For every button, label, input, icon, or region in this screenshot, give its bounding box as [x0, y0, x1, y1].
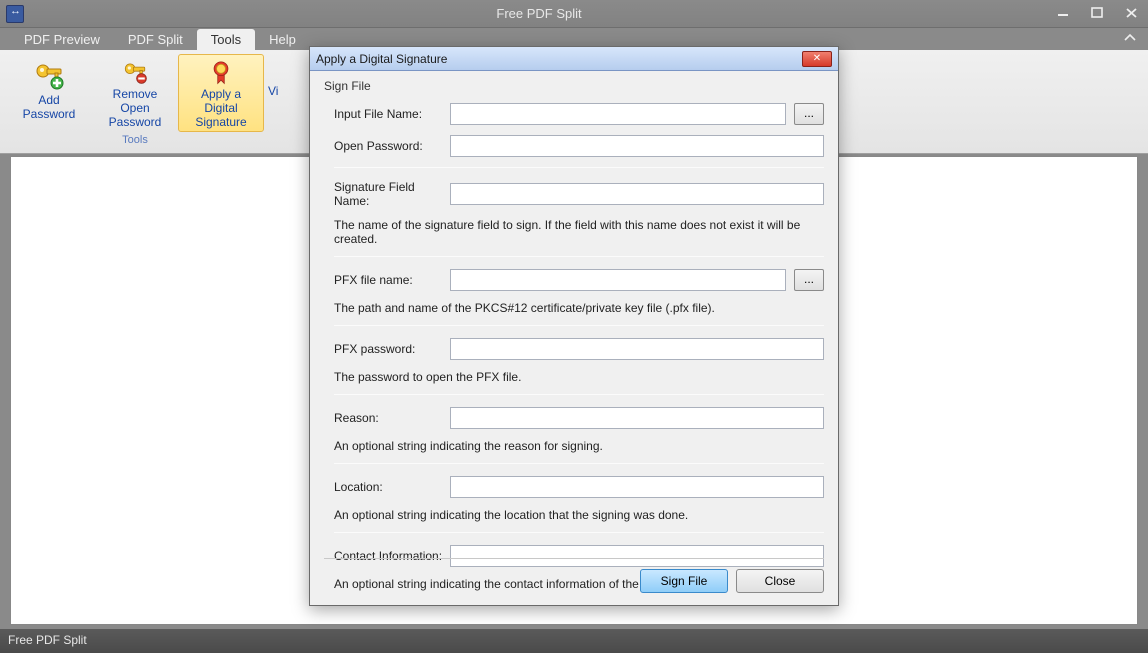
tab-tools[interactable]: Tools — [197, 29, 255, 50]
ribbon-label: Signature — [195, 115, 246, 129]
status-text: Free PDF Split — [8, 633, 87, 647]
ribbon-label: Password — [109, 115, 162, 129]
ribbon-label: Add — [38, 93, 59, 107]
pfx-file-field[interactable] — [450, 269, 786, 291]
close-button[interactable]: Close — [736, 569, 824, 593]
pfx-file-label: PFX file name: — [334, 273, 450, 287]
digital-signature-dialog: Apply a Digital Signature ✕ Sign File In… — [309, 46, 839, 606]
pfx-file-browse-button[interactable]: ... — [794, 269, 824, 291]
reason-label: Reason: — [334, 411, 450, 425]
remove-open-password-button[interactable]: Remove Open Password — [92, 54, 178, 132]
location-field[interactable] — [450, 476, 824, 498]
ribbon-label: Password — [23, 107, 76, 121]
title-bar: Free PDF Split — [0, 0, 1148, 28]
ribbon-group-tools: Add Password Remove Open — [6, 54, 264, 150]
maximize-button[interactable] — [1088, 7, 1108, 21]
dialog-title-bar[interactable]: Apply a Digital Signature ✕ — [310, 47, 838, 71]
location-label: Location: — [334, 480, 450, 494]
minimize-button[interactable] — [1054, 7, 1074, 21]
close-button[interactable] — [1122, 7, 1142, 21]
key-add-icon — [33, 59, 65, 91]
open-password-field[interactable] — [450, 135, 824, 157]
rosette-icon — [205, 59, 237, 85]
ribbon-label: Remove Open — [113, 87, 158, 115]
ribbon-label: Apply a Digital — [201, 87, 241, 115]
add-password-button[interactable]: Add Password — [6, 54, 92, 132]
pfx-password-hint: The password to open the PFX file. — [334, 370, 824, 384]
key-remove-icon — [119, 59, 151, 85]
sign-file-button[interactable]: Sign File — [640, 569, 728, 593]
dialog-title: Apply a Digital Signature — [316, 52, 447, 66]
ribbon-hidden-button-partial[interactable]: Vi — [264, 54, 282, 98]
app-icon — [6, 5, 24, 23]
input-file-field[interactable] — [450, 103, 786, 125]
reason-hint: An optional string indicating the reason… — [334, 439, 824, 453]
signature-field-name-field[interactable] — [450, 183, 824, 205]
dialog-group-label: Sign File — [324, 79, 824, 93]
status-bar: Free PDF Split — [0, 629, 1148, 653]
signature-field-name-label: Signature Field Name: — [334, 180, 450, 208]
pfx-password-label: PFX password: — [334, 342, 450, 356]
signature-field-hint: The name of the signature field to sign.… — [334, 218, 824, 246]
ribbon-group-label: Tools — [122, 134, 148, 146]
apply-digital-signature-button[interactable]: Apply a Digital Signature — [178, 54, 264, 132]
pfx-password-field[interactable] — [450, 338, 824, 360]
input-file-label: Input File Name: — [334, 107, 450, 121]
tab-pdf-split[interactable]: PDF Split — [114, 29, 197, 50]
open-password-label: Open Password: — [334, 139, 450, 153]
tab-help[interactable]: Help — [255, 29, 310, 50]
location-hint: An optional string indicating the locati… — [334, 508, 824, 522]
tab-pdf-preview[interactable]: PDF Preview — [10, 29, 114, 50]
dialog-close-button[interactable]: ✕ — [802, 51, 832, 67]
reason-field[interactable] — [450, 407, 824, 429]
ribbon-collapse-icon[interactable] — [1124, 32, 1136, 45]
app-title: Free PDF Split — [24, 6, 1054, 21]
input-file-browse-button[interactable]: ... — [794, 103, 824, 125]
pfx-file-hint: The path and name of the PKCS#12 certifi… — [334, 301, 824, 315]
